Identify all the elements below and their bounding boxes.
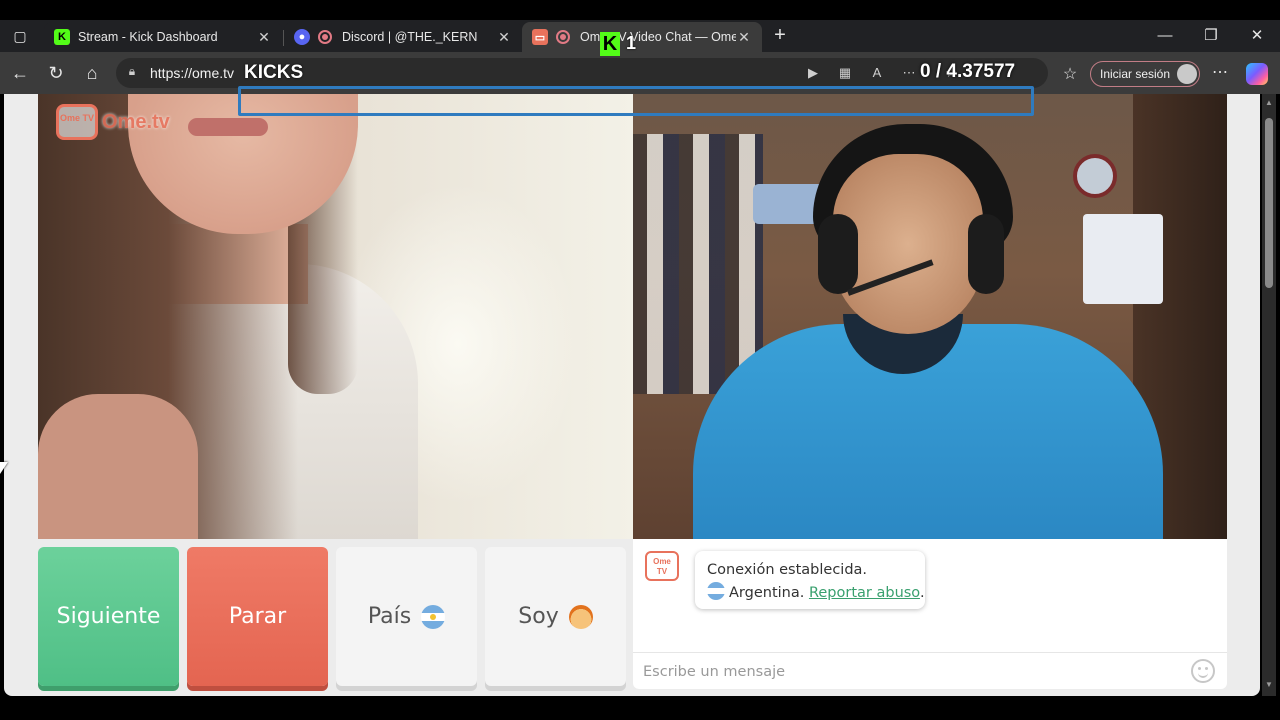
- logo-text: Ome.tv: [102, 110, 170, 133]
- close-window-icon[interactable]: ✕: [1242, 24, 1272, 48]
- translate-icon[interactable]: A: [868, 65, 886, 81]
- signin-button[interactable]: Iniciar sesión: [1090, 61, 1200, 87]
- video-shape: [188, 118, 268, 136]
- chat-panel: Ome TV Conexión establecida. Argentina. …: [633, 539, 1227, 689]
- screen: ▢ K Stream - Kick Dashboard ✕ ● Discord …: [0, 0, 1280, 720]
- ometv-icon: ▭: [532, 29, 548, 45]
- close-tab-icon[interactable]: ✕: [256, 29, 272, 46]
- avatar: [1177, 64, 1197, 84]
- video-shape: [633, 134, 763, 394]
- close-tab-icon[interactable]: ✕: [496, 29, 512, 46]
- argentina-flag-icon: [707, 582, 725, 600]
- kick-icon: K: [54, 29, 70, 45]
- stop-label: Parar: [228, 604, 287, 629]
- page-scrollbar[interactable]: ▲ ▼: [1262, 94, 1276, 696]
- new-tab-icon[interactable]: +: [770, 24, 790, 48]
- tab-ometv[interactable]: ▭ Ome.TV Video Chat — Omeg ✕: [522, 22, 762, 52]
- menu-icon[interactable]: ⋯: [1210, 62, 1230, 84]
- tab-bar: ▢ K Stream - Kick Dashboard ✕ ● Discord …: [0, 20, 1280, 52]
- boy-emoji-icon: [568, 604, 593, 629]
- signin-label: Iniciar sesión: [1100, 67, 1171, 81]
- report-suffix: .: [919, 585, 925, 601]
- tab-label: Discord | @THE._KERN: [342, 30, 478, 44]
- emoji-icon[interactable]: [1191, 659, 1215, 683]
- scrollbar-thumb[interactable]: [1265, 118, 1273, 288]
- chat-input-bar: [633, 652, 1227, 689]
- url-text[interactable]: https://ome.tv: [150, 65, 234, 81]
- report-abuse-link[interactable]: Reportar abuso: [809, 585, 920, 601]
- stop-button[interactable]: Parar: [187, 547, 328, 686]
- message-input[interactable]: [643, 661, 1183, 683]
- ometv-page: Ome TV Ome.tv Siguiente Parar País Soy O…: [4, 94, 1260, 696]
- remote-video: [633, 94, 1227, 539]
- connection-text: Conexión establecida.: [707, 562, 868, 578]
- home-icon[interactable]: ⌂: [80, 61, 104, 85]
- discord-icon: ●: [294, 29, 310, 45]
- mouse-cursor-icon: [0, 462, 8, 474]
- video-shape: [1073, 154, 1117, 198]
- next-label: Siguiente: [56, 604, 161, 629]
- system-message: Conexión establecida. Argentina. Reporta…: [695, 551, 925, 609]
- bottom-letterbox: [0, 696, 1280, 720]
- video-shape: [38, 394, 198, 539]
- apps-icon[interactable]: ▦: [836, 65, 854, 81]
- ometv-chat-icon: Ome TV: [645, 551, 679, 581]
- kicks-overlay-label: KICKS: [244, 62, 304, 83]
- more-tools-icon[interactable]: ⋯: [900, 65, 918, 81]
- gender-label: Soy: [518, 604, 559, 629]
- tab-label: Stream - Kick Dashboard: [78, 30, 218, 44]
- tab-discord[interactable]: ● Discord | @THE._KERN ✕: [284, 22, 522, 52]
- kick-logo-icon: K: [600, 32, 620, 56]
- tab-actions-icon[interactable]: ▢: [6, 24, 34, 48]
- copilot-icon[interactable]: [1246, 63, 1268, 85]
- next-button[interactable]: Siguiente: [38, 547, 179, 686]
- camera-icon[interactable]: ▶: [804, 65, 822, 81]
- logo-tv-icon: Ome TV: [56, 104, 98, 140]
- scroll-up-icon[interactable]: ▲: [1262, 98, 1276, 110]
- favorites-icon[interactable]: ☆: [1060, 64, 1080, 84]
- recording-icon: [556, 30, 570, 44]
- kick-count: 1: [626, 33, 637, 53]
- ometv-logo: Ome TV Ome.tv: [56, 104, 170, 140]
- reload-icon[interactable]: ↻: [44, 61, 68, 85]
- close-tab-icon[interactable]: ✕: [736, 29, 752, 46]
- video-shape: [818, 214, 858, 294]
- scroll-down-icon[interactable]: ▼: [1262, 680, 1276, 692]
- overlay-stats: 0 / 4.37577: [920, 61, 1016, 82]
- back-icon[interactable]: ←: [8, 61, 32, 85]
- argentina-flag-icon: [421, 604, 446, 629]
- video-shape: [1083, 214, 1163, 304]
- recording-icon: [318, 30, 332, 44]
- country-label: País: [367, 604, 412, 629]
- country-line: Argentina. Reportar abuso.: [707, 581, 925, 605]
- tab-kick-dashboard[interactable]: K Stream - Kick Dashboard ✕: [44, 22, 282, 52]
- country-text: Argentina.: [729, 585, 805, 601]
- country-button[interactable]: País: [336, 547, 477, 686]
- video-shape: [968, 214, 1004, 294]
- lock-icon[interactable]: 🔒︎: [124, 64, 140, 82]
- local-video: Ome TV Ome.tv: [38, 94, 633, 539]
- top-letterbox: [0, 0, 1280, 20]
- restore-icon[interactable]: ❐: [1196, 24, 1226, 48]
- gender-button[interactable]: Soy: [485, 547, 626, 686]
- overlay-frame: [238, 86, 1034, 116]
- minimize-icon[interactable]: —: [1150, 24, 1180, 48]
